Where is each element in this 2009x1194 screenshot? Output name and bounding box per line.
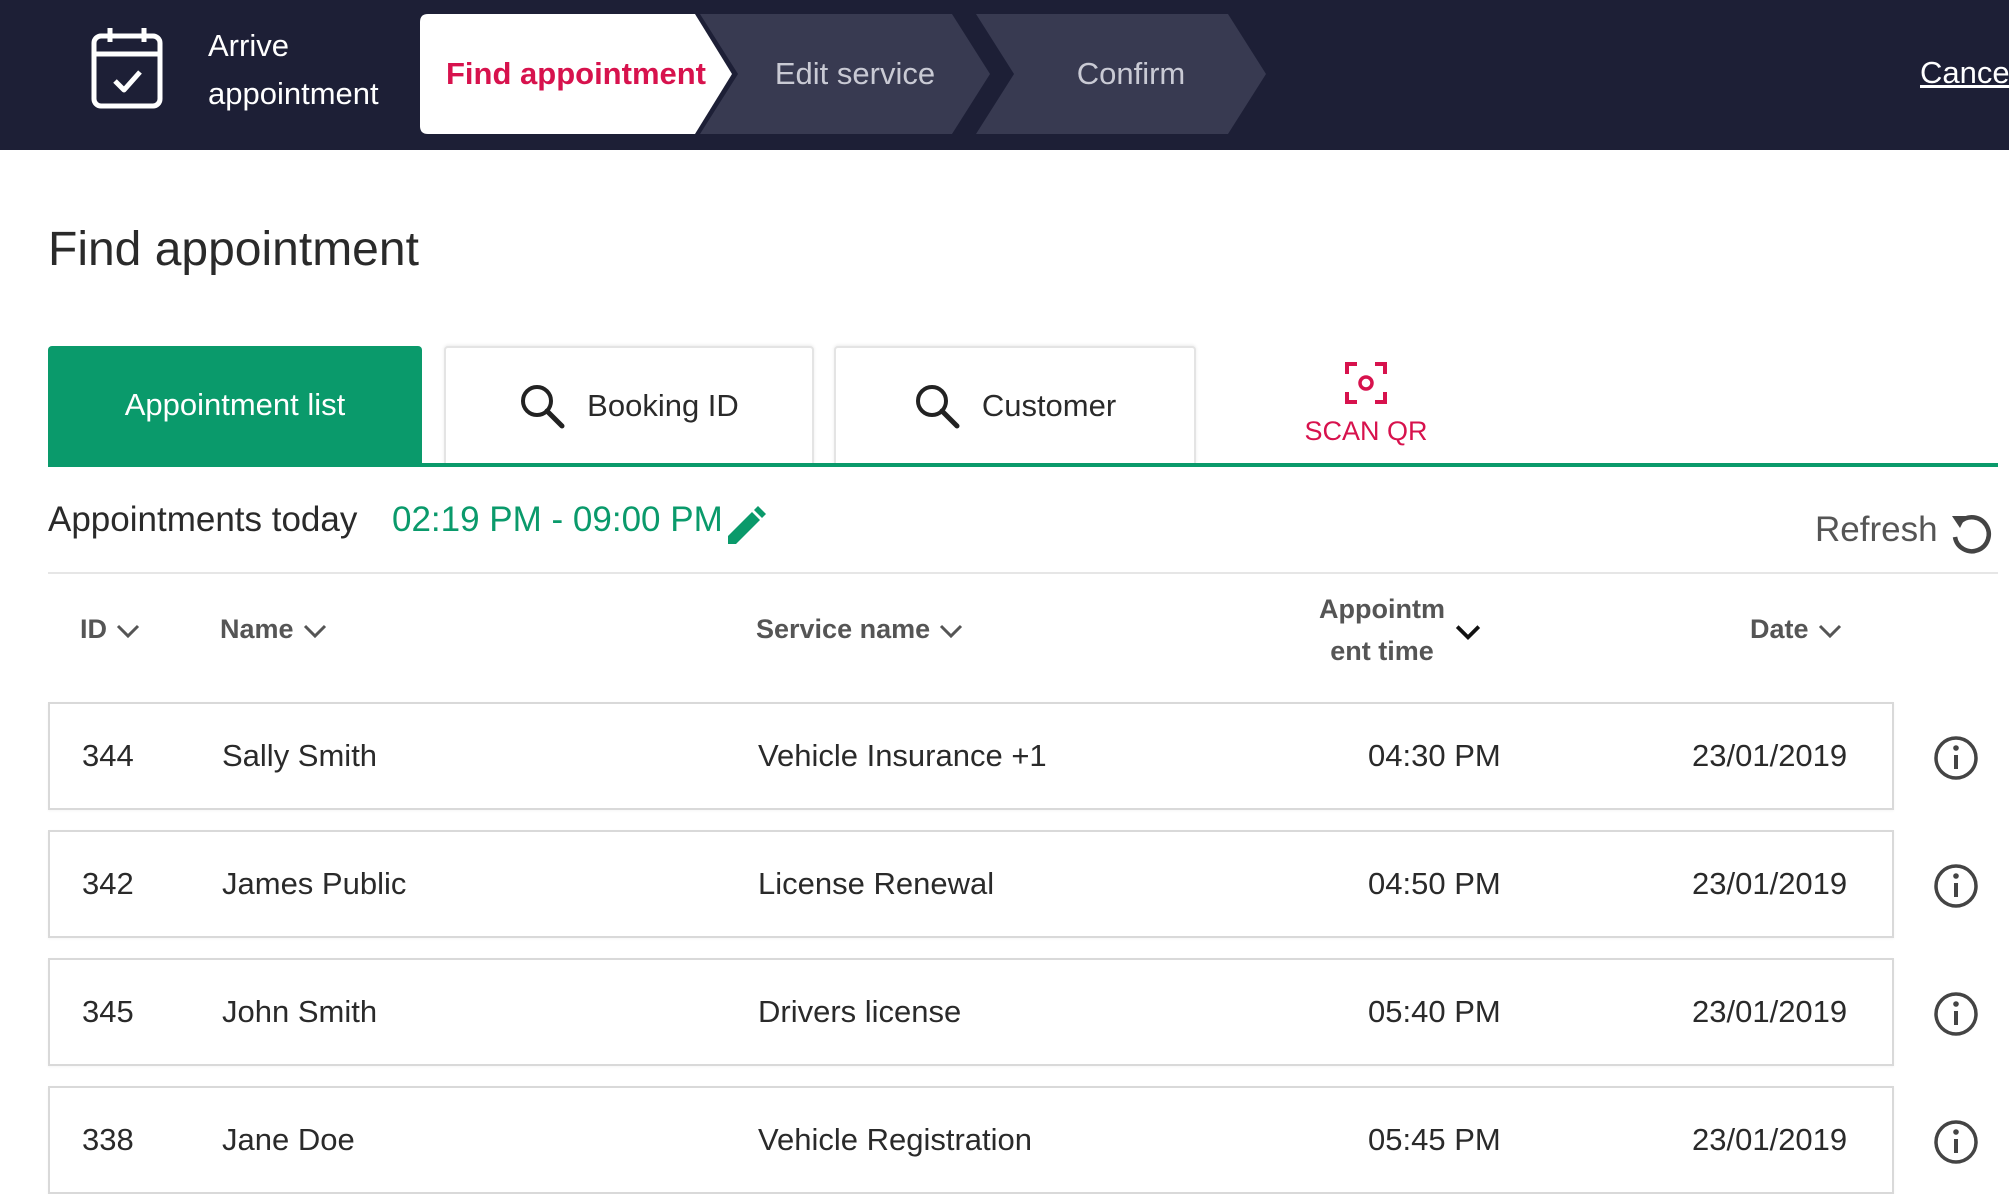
search-mode-tabs: Appointment list Booking ID Customer SCA…: [48, 346, 1998, 466]
cell-id: 345: [82, 994, 134, 1029]
table-row[interactable]: 344 Sally Smith Vehicle Insurance +1 04:…: [48, 702, 1894, 810]
tab-customer[interactable]: Customer: [834, 346, 1196, 464]
column-header-service[interactable]: Service name: [756, 614, 964, 645]
tab-label: Appointment list: [124, 387, 346, 422]
calendar-check-icon: [91, 28, 163, 109]
cell-name: John Smith: [222, 994, 378, 1029]
scan-qr-label: SCAN QR: [1304, 415, 1428, 446]
info-icon[interactable]: [1932, 990, 1980, 1038]
cell-time: 04:50 PM: [1368, 866, 1501, 901]
chevron-down-icon: [940, 624, 963, 638]
refresh-icon[interactable]: [1948, 510, 1996, 558]
cell-date: 23/01/2019: [1692, 1122, 1848, 1157]
progress-steps: Find appointment Edit service Confirm: [420, 14, 1290, 134]
cell-service: Drivers license: [758, 994, 962, 1029]
app-title: Arrive appointment: [208, 28, 379, 111]
column-header-id[interactable]: ID: [80, 614, 141, 645]
column-label-line2: ent time: [1330, 636, 1434, 666]
page-title: Find appointment: [48, 223, 419, 276]
qr-scan-icon: [1345, 361, 1387, 404]
column-header-time[interactable]: Appointm ent time: [1307, 588, 1457, 672]
column-header-name[interactable]: Name: [220, 614, 328, 645]
chevron-down-icon: [116, 624, 140, 638]
search-icon: [915, 385, 960, 429]
cell-service: Vehicle Registration: [758, 1122, 1032, 1157]
cell-id: 342: [82, 866, 134, 901]
chevron-down-icon: [1818, 624, 1841, 638]
step-label: Edit service: [774, 56, 936, 91]
top-bar: Arrive appointment Find appointment Edit…: [0, 0, 2009, 150]
toolbar-divider: [48, 572, 1998, 574]
chevron-down-icon: [303, 624, 326, 638]
step-confirm[interactable]: Confirm: [976, 14, 1266, 134]
time-range-value: 02:19 PM - 09:00 PM: [392, 500, 723, 539]
tab-label: Booking ID: [587, 388, 739, 423]
cell-date: 23/01/2019: [1692, 994, 1848, 1029]
cell-date: 23/01/2019: [1692, 866, 1848, 901]
info-icon[interactable]: [1932, 1118, 1980, 1166]
step-edit-service[interactable]: Edit service: [700, 14, 990, 134]
step-find-appointment[interactable]: Find appointment: [420, 14, 732, 134]
search-icon: [521, 385, 565, 429]
appointments-today-label: Appointments today: [48, 500, 358, 539]
refresh-button[interactable]: Refresh: [1815, 510, 1938, 550]
column-label: ID: [80, 614, 107, 644]
table-row[interactable]: 342 James Public License Renewal 04:50 P…: [48, 830, 1894, 938]
scan-qr-button[interactable]: SCAN QR: [1256, 344, 1476, 462]
cell-name: Jane Doe: [222, 1122, 355, 1157]
column-header-date[interactable]: Date: [1750, 614, 1843, 645]
step-label: Confirm: [1076, 56, 1186, 91]
tab-label: Customer: [981, 388, 1117, 423]
tab-booking-id[interactable]: Booking ID: [444, 346, 814, 464]
cell-service: Vehicle Insurance +1: [758, 738, 1047, 773]
cell-id: 344: [82, 738, 134, 773]
info-icon[interactable]: [1932, 862, 1980, 910]
step-label: Find appointment: [445, 56, 707, 91]
column-label: Service name: [756, 614, 931, 644]
table-row[interactable]: 338 Jane Doe Vehicle Registration 05:45 …: [48, 1086, 1894, 1194]
cell-id: 338: [82, 1122, 134, 1157]
cell-name: James Public: [222, 866, 407, 901]
info-icon[interactable]: [1932, 734, 1980, 782]
cell-service: License Renewal: [758, 866, 995, 901]
cancel-link[interactable]: Cancel: [1920, 55, 2009, 91]
column-label: Name: [220, 614, 294, 644]
cell-time: 05:40 PM: [1368, 994, 1501, 1029]
table-row[interactable]: 345 John Smith Drivers license 05:40 PM …: [48, 958, 1894, 1066]
cell-time: 04:30 PM: [1368, 738, 1501, 773]
cell-time: 05:45 PM: [1368, 1122, 1501, 1157]
column-label: Date: [1750, 614, 1809, 644]
cell-name: Sally Smith: [222, 738, 378, 773]
tabs-underline: [48, 463, 1998, 467]
chevron-down-icon[interactable]: [1454, 622, 1482, 642]
column-label-line1: Appointm: [1319, 594, 1445, 624]
tab-appointment-list[interactable]: Appointment list: [48, 346, 422, 464]
cell-date: 23/01/2019: [1692, 738, 1848, 773]
pencil-icon[interactable]: [724, 506, 766, 548]
